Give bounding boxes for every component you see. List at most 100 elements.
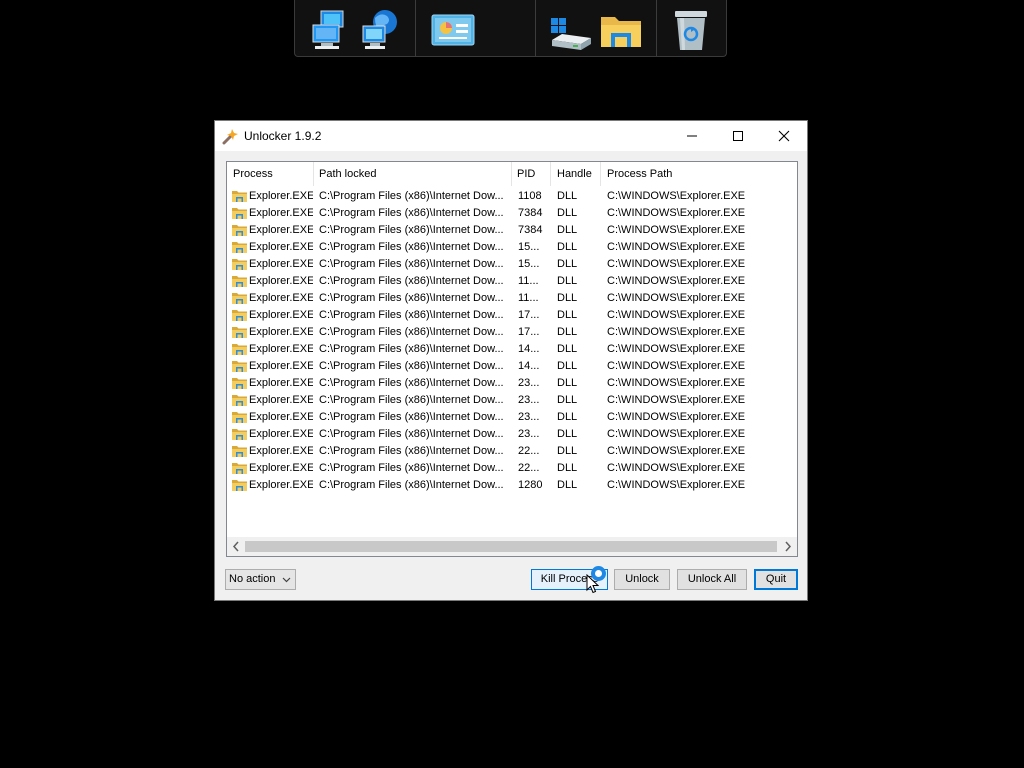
- cell-process: Explorer.EXE: [249, 275, 313, 287]
- cell-handle: DLL: [557, 360, 578, 372]
- cell-process: Explorer.EXE: [249, 241, 313, 253]
- explorer-folder-icon: [232, 478, 247, 492]
- cell-handle: DLL: [557, 479, 578, 491]
- table-row[interactable]: Explorer.EXE C:\Program Files (x86)\Inter…: [227, 290, 797, 307]
- explorer-folder-icon: [232, 189, 247, 203]
- cell-handle: DLL: [557, 190, 578, 202]
- windows-drive-icon[interactable]: [549, 16, 593, 52]
- cell-process-path: C:\WINDOWS\Explorer.EXE: [607, 360, 746, 372]
- unlock-all-button[interactable]: Unlock All: [677, 569, 747, 590]
- table-row[interactable]: Explorer.EXE C:\Program Files (x86)\Inter…: [227, 392, 797, 409]
- maximize-button[interactable]: [715, 121, 761, 151]
- table-row[interactable]: Explorer.EXE C:\Program Files (x86)\Inter…: [227, 460, 797, 477]
- column-header-pid[interactable]: PID: [511, 162, 551, 186]
- horizontal-scrollbar[interactable]: [227, 537, 797, 556]
- scroll-right-arrow[interactable]: [779, 537, 797, 556]
- table-row[interactable]: Explorer.EXE C:\Program Files (x86)\Inter…: [227, 273, 797, 290]
- explorer-folder-icon: [232, 206, 247, 220]
- cell-pid: 23...: [518, 428, 540, 440]
- table-row[interactable]: Explorer.EXE C:\Program Files (x86)\Inter…: [227, 205, 797, 222]
- unlocker-wand-icon: [222, 127, 240, 145]
- cell-handle: DLL: [557, 411, 578, 423]
- table-row[interactable]: Explorer.EXE C:\Program Files (x86)\Inter…: [227, 307, 797, 324]
- cell-process: Explorer.EXE: [249, 445, 313, 457]
- table-row[interactable]: Explorer.EXE C:\Program Files (x86)\Inter…: [227, 477, 797, 494]
- cell-pid: 23...: [518, 377, 540, 389]
- table-row[interactable]: Explorer.EXE C:\Program Files (x86)\Inter…: [227, 358, 797, 375]
- table-row[interactable]: Explorer.EXE C:\Program Files (x86)\Inter…: [227, 375, 797, 392]
- locked-handles-list[interactable]: Process Path locked PID Handle Process P…: [226, 161, 798, 557]
- cell-process-path: C:\WINDOWS\Explorer.EXE: [607, 275, 746, 287]
- cell-process-path: C:\WINDOWS\Explorer.EXE: [607, 207, 746, 219]
- table-row[interactable]: Explorer.EXE C:\Program Files (x86)\Inter…: [227, 222, 797, 239]
- cell-process: Explorer.EXE: [249, 190, 313, 202]
- table-row[interactable]: Explorer.EXE C:\Program Files (x86)\Inter…: [227, 256, 797, 273]
- minimize-button[interactable]: [669, 121, 715, 151]
- cell-process-path: C:\WINDOWS\Explorer.EXE: [607, 394, 746, 406]
- cell-handle: DLL: [557, 309, 578, 321]
- quit-button[interactable]: Quit: [754, 569, 798, 590]
- cell-handle: DLL: [557, 207, 578, 219]
- globe-network-icon[interactable]: [361, 8, 405, 50]
- explorer-folder-icon: [232, 376, 247, 390]
- action-select[interactable]: No action: [225, 569, 296, 590]
- cell-path-locked: C:\Program Files (x86)\Internet Dow...: [319, 343, 504, 355]
- cell-process: Explorer.EXE: [249, 258, 313, 270]
- cell-pid: 17...: [518, 309, 540, 321]
- control-panel-icon[interactable]: [431, 14, 475, 46]
- close-button[interactable]: [761, 121, 807, 151]
- table-row[interactable]: Explorer.EXE C:\Program Files (x86)\Inter…: [227, 188, 797, 205]
- explorer-folder-icon: [232, 393, 247, 407]
- close-icon: [778, 130, 790, 142]
- table-row[interactable]: Explorer.EXE C:\Program Files (x86)\Inter…: [227, 239, 797, 256]
- scrollbar-thumb[interactable]: [245, 541, 777, 552]
- cell-path-locked: C:\Program Files (x86)\Internet Dow...: [319, 224, 504, 236]
- recycle-bin-icon[interactable]: [671, 8, 711, 52]
- table-row[interactable]: Explorer.EXE C:\Program Files (x86)\Inter…: [227, 426, 797, 443]
- cell-process-path: C:\WINDOWS\Explorer.EXE: [607, 462, 746, 474]
- table-row[interactable]: Explorer.EXE C:\Program Files (x86)\Inter…: [227, 409, 797, 426]
- network-computers-icon[interactable]: [311, 8, 355, 50]
- explorer-folder-icon: [232, 359, 247, 373]
- scroll-left-arrow[interactable]: [227, 537, 245, 556]
- cell-process: Explorer.EXE: [249, 207, 313, 219]
- table-row[interactable]: Explorer.EXE C:\Program Files (x86)\Inter…: [227, 324, 797, 341]
- cell-process: Explorer.EXE: [249, 343, 313, 355]
- explorer-folder-icon: [232, 325, 247, 339]
- explorer-folder-icon: [232, 410, 247, 424]
- table-row[interactable]: Explorer.EXE C:\Program Files (x86)\Inter…: [227, 443, 797, 460]
- file-explorer-folder-icon[interactable]: [599, 11, 643, 49]
- dock-separator: [415, 0, 416, 56]
- cell-process-path: C:\WINDOWS\Explorer.EXE: [607, 343, 746, 355]
- cell-path-locked: C:\Program Files (x86)\Internet Dow...: [319, 479, 504, 491]
- explorer-folder-icon: [232, 342, 247, 356]
- cell-process-path: C:\WINDOWS\Explorer.EXE: [607, 411, 746, 423]
- table-row[interactable]: Explorer.EXE C:\Program Files (x86)\Inter…: [227, 341, 797, 358]
- action-select-value: No action: [229, 573, 276, 585]
- title-bar[interactable]: Unlocker 1.9.2: [215, 121, 807, 151]
- cell-handle: DLL: [557, 258, 578, 270]
- cell-process-path: C:\WINDOWS\Explorer.EXE: [607, 428, 746, 440]
- column-header-process[interactable]: Process: [227, 162, 314, 186]
- explorer-folder-icon: [232, 308, 247, 322]
- cell-process-path: C:\WINDOWS\Explorer.EXE: [607, 326, 746, 338]
- unlock-button[interactable]: Unlock: [614, 569, 670, 590]
- cell-path-locked: C:\Program Files (x86)\Internet Dow...: [319, 326, 504, 338]
- cell-pid: 22...: [518, 462, 540, 474]
- explorer-folder-icon: [232, 240, 247, 254]
- column-header-handle[interactable]: Handle: [551, 162, 601, 186]
- column-header-path-locked[interactable]: Path locked: [313, 162, 512, 186]
- cell-path-locked: C:\Program Files (x86)\Internet Dow...: [319, 190, 504, 202]
- cell-process-path: C:\WINDOWS\Explorer.EXE: [607, 309, 746, 321]
- cell-path-locked: C:\Program Files (x86)\Internet Dow...: [319, 275, 504, 287]
- cell-process-path: C:\WINDOWS\Explorer.EXE: [607, 292, 746, 304]
- cell-process: Explorer.EXE: [249, 411, 313, 423]
- cell-handle: DLL: [557, 394, 578, 406]
- cell-process-path: C:\WINDOWS\Explorer.EXE: [607, 224, 746, 236]
- cell-process: Explorer.EXE: [249, 394, 313, 406]
- column-header-process-path[interactable]: Process Path: [601, 162, 797, 186]
- minimize-icon: [687, 135, 697, 137]
- cell-pid: 22...: [518, 445, 540, 457]
- dock-separator: [535, 0, 536, 56]
- cell-pid: 1280: [518, 479, 543, 491]
